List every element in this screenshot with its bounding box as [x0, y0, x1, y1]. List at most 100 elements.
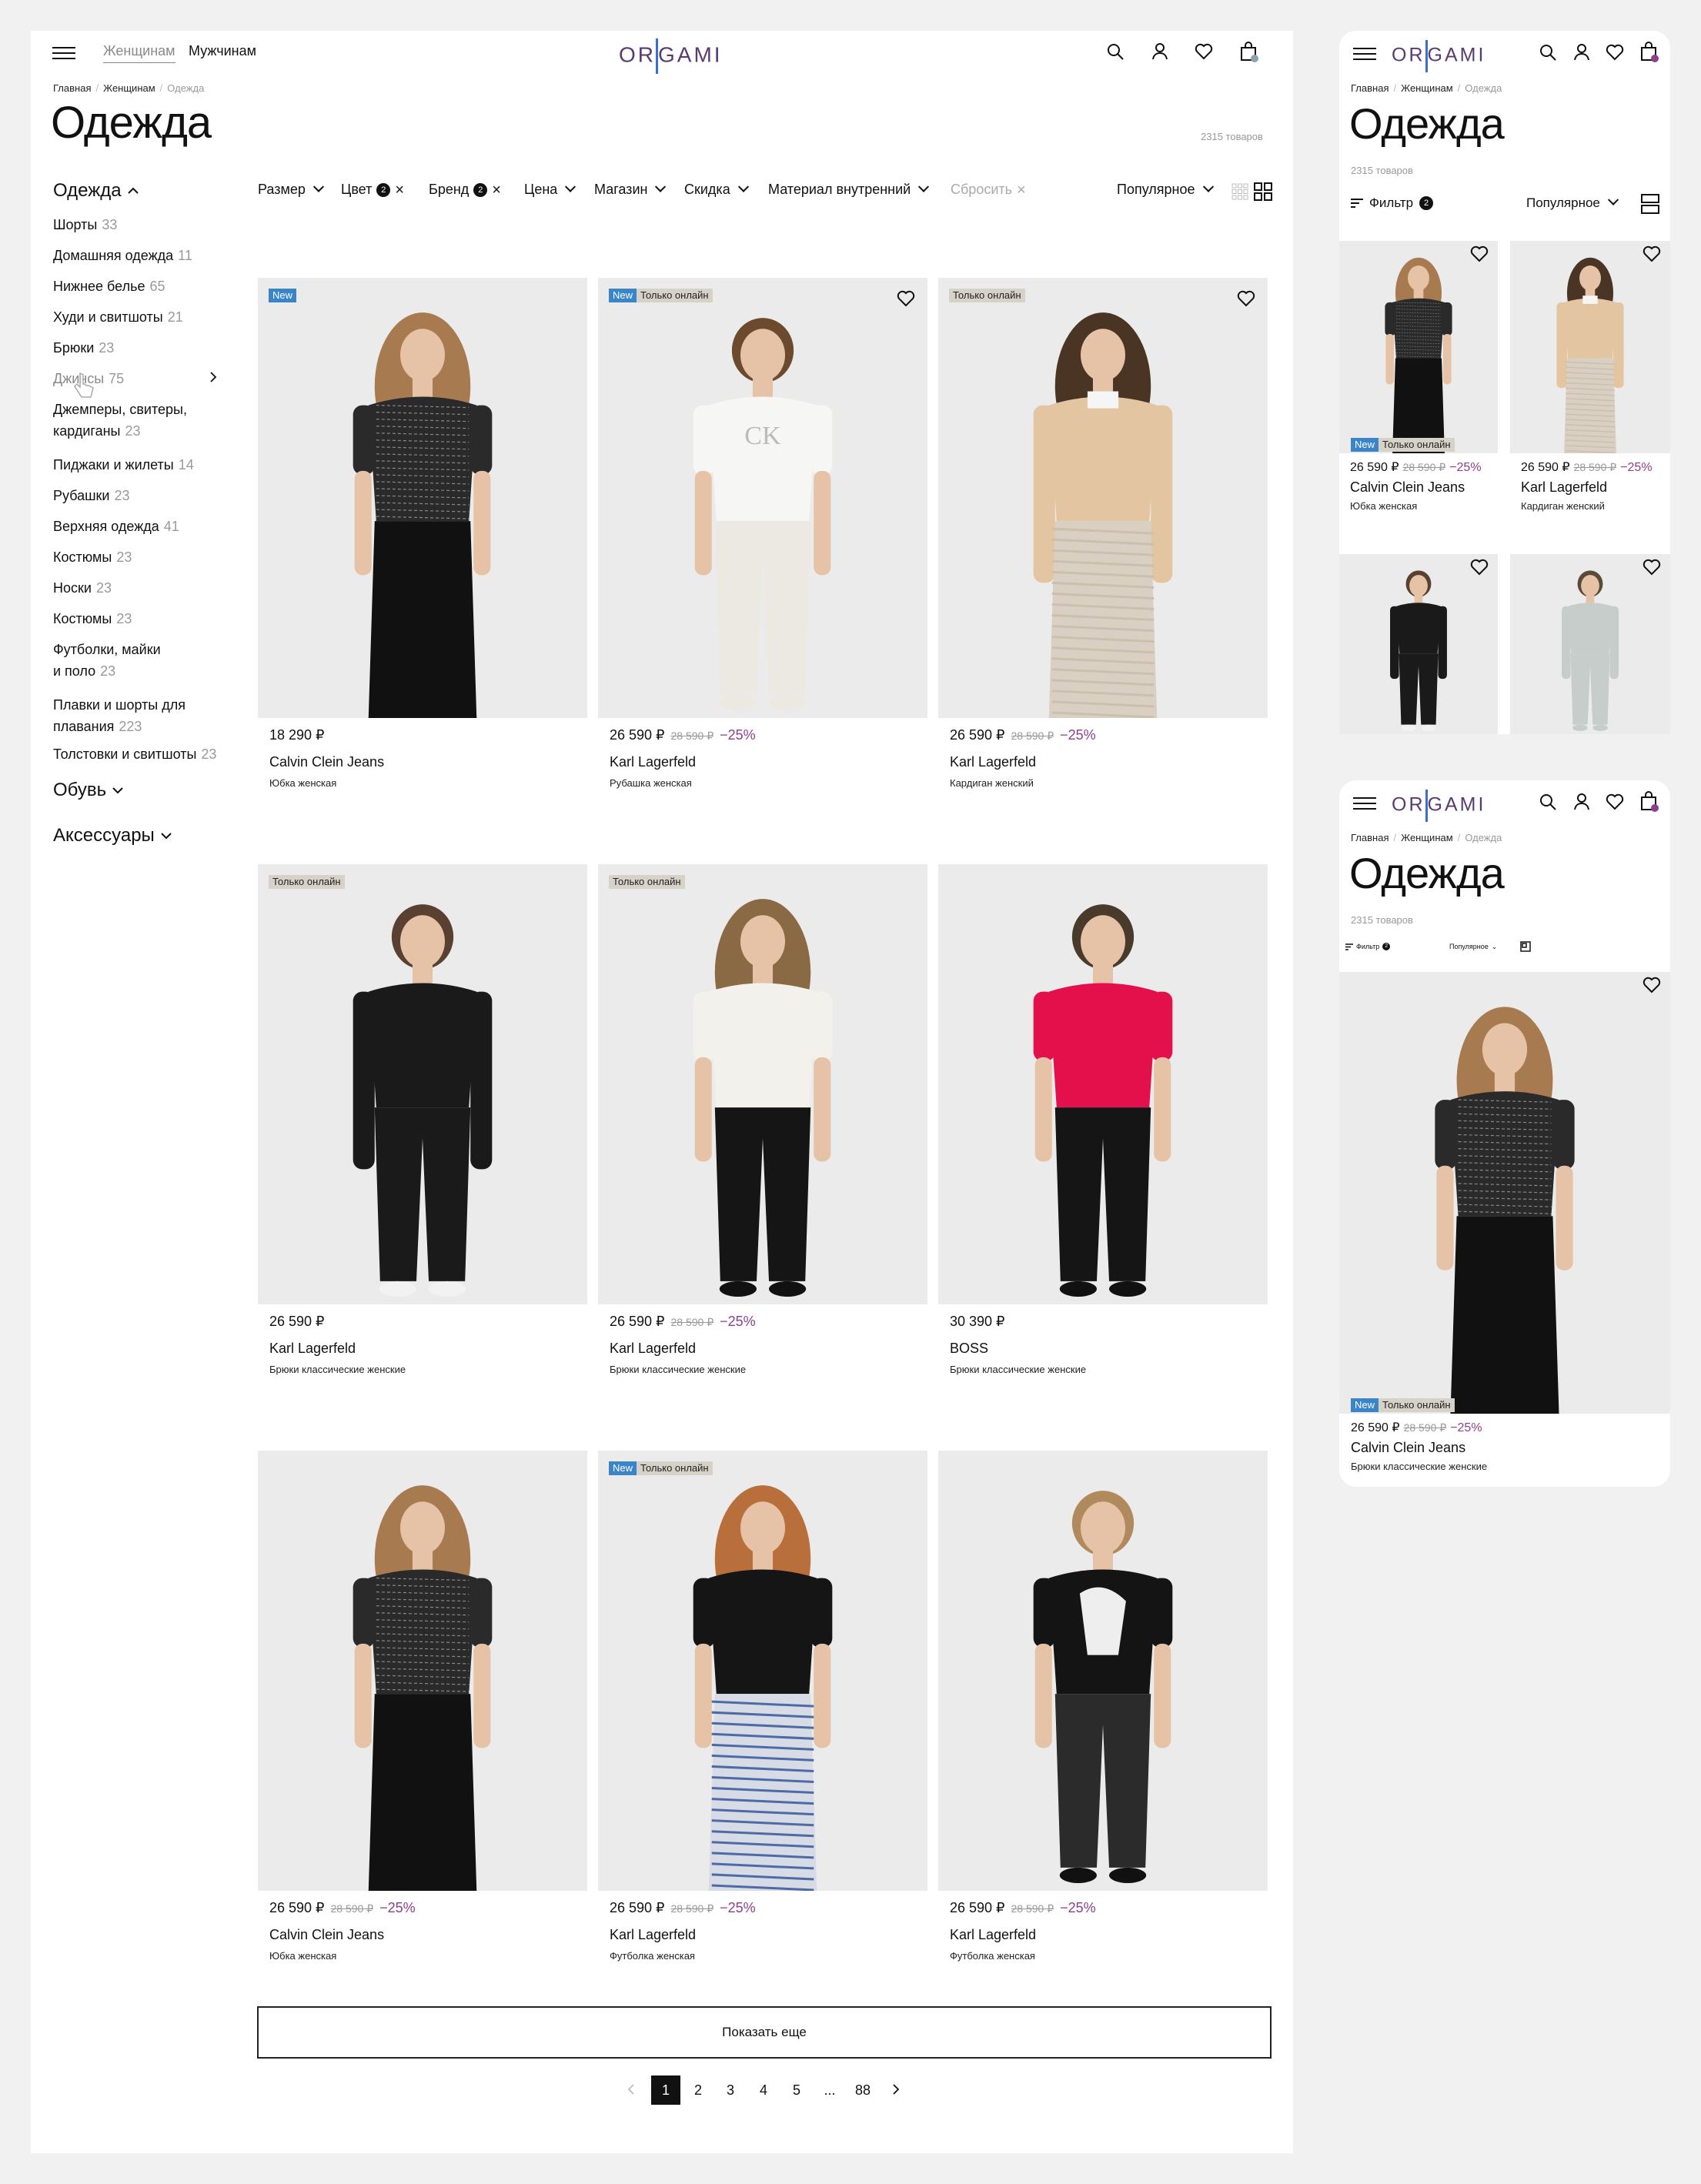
- product-image[interactable]: [1339, 241, 1498, 453]
- product-image[interactable]: [938, 278, 1268, 718]
- page-number[interactable]: 1: [651, 2075, 680, 2105]
- favorite-icon[interactable]: [1237, 290, 1255, 311]
- layout-toggle-icon[interactable]: [1520, 941, 1531, 956]
- product-card[interactable]: 30 390 ₽ BOSS Брюки классические женские: [938, 864, 1268, 1389]
- cart-icon[interactable]: [1639, 42, 1659, 67]
- product-image[interactable]: [1510, 241, 1670, 453]
- favorites-icon[interactable]: [1606, 44, 1624, 65]
- user-icon[interactable]: [1573, 43, 1590, 65]
- sidebar-section-accessories[interactable]: Аксессуары: [53, 825, 172, 847]
- product-card[interactable]: 26 590 ₽ 28 590 ₽ −25% Karl Lagerfeld Футбол…: [938, 1451, 1268, 1975]
- breadcrumb-home[interactable]: Главная: [53, 82, 91, 94]
- sidebar-category-item[interactable]: Брюки 23: [53, 337, 114, 359]
- grid-small-icon[interactable]: [1231, 183, 1248, 204]
- product-brand[interactable]: Karl Lagerfeld: [269, 1341, 356, 1357]
- product-card[interactable]: New 18 290 ₽ Calvin Clein Jeans Юбка женска…: [258, 278, 587, 803]
- product-brand[interactable]: Karl Lagerfeld: [610, 1927, 696, 1943]
- product-card[interactable]: [1510, 554, 1670, 734]
- menu-icon[interactable]: [52, 47, 75, 59]
- favorites-icon[interactable]: [1606, 793, 1624, 814]
- sidebar-category-item[interactable]: Худи и свитшоты 21: [53, 306, 183, 328]
- product-image[interactable]: [938, 1451, 1268, 1891]
- jeans-arrow-icon[interactable]: [209, 371, 217, 387]
- reset-filters-button[interactable]: Сбросить ×: [951, 182, 1026, 198]
- product-image[interactable]: [1339, 972, 1670, 1414]
- product-brand[interactable]: Calvin Clein Jeans: [269, 754, 384, 770]
- sidebar-category-item[interactable]: Шорты 33: [53, 214, 117, 235]
- product-image[interactable]: CK: [598, 278, 927, 718]
- sidebar-category-item[interactable]: Верхняя одежда 41: [53, 516, 179, 537]
- prev-page-icon[interactable]: [627, 2083, 635, 2099]
- sidebar-category-item[interactable]: Толстовки и свитшоты 23: [53, 743, 216, 765]
- favorite-icon[interactable]: [897, 290, 915, 311]
- sidebar-category-item[interactable]: Нижнее белье 65: [53, 276, 165, 297]
- search-icon[interactable]: [1539, 44, 1556, 65]
- page-number[interactable]: 3: [716, 2075, 745, 2105]
- sidebar-section-shoes[interactable]: Обувь: [53, 780, 123, 801]
- product-brand[interactable]: Calvin Clein Jeans: [1351, 1440, 1465, 1456]
- product-image[interactable]: [258, 864, 587, 1304]
- filter-price[interactable]: Цена: [524, 181, 576, 198]
- breadcrumb-women[interactable]: Женщинам: [103, 82, 155, 94]
- product-card[interactable]: 26 590 ₽28 590 ₽ −25% Karl Lagerfeld Кардиг…: [1510, 241, 1670, 538]
- sort-select[interactable]: Популярное ⌄: [1449, 943, 1497, 951]
- product-card[interactable]: Только онлайн 26 590 ₽ 28 590 ₽ −25% Karl La…: [598, 864, 927, 1389]
- sidebar-category-item[interactable]: Рубашки 23: [53, 485, 130, 506]
- filter-discount[interactable]: Скидка: [684, 181, 749, 198]
- breadcrumb-women[interactable]: Женщинам: [1401, 82, 1453, 94]
- product-card[interactable]: 26 590 ₽ 28 590 ₽ −25% Calvin Clein Jeans Юб…: [258, 1451, 587, 1975]
- product-brand[interactable]: Karl Lagerfeld: [950, 1927, 1036, 1943]
- search-icon[interactable]: [1539, 793, 1556, 814]
- filter-button[interactable]: Фильтр 2: [1345, 943, 1391, 950]
- page-number[interactable]: 2: [683, 2075, 713, 2105]
- sidebar-category-item[interactable]: Футболки, майки и поло 23: [53, 639, 161, 682]
- origami-logo[interactable]: OR GAMI: [1392, 40, 1485, 72]
- sidebar-category-item[interactable]: Костюмы 23: [53, 608, 132, 629]
- product-brand[interactable]: Karl Lagerfeld: [610, 1341, 696, 1357]
- menu-icon[interactable]: [1353, 48, 1376, 60]
- sort-select[interactable]: Популярное: [1526, 194, 1619, 211]
- product-image[interactable]: [258, 1451, 587, 1891]
- product-card[interactable]: [1339, 554, 1498, 734]
- favorites-icon[interactable]: [1195, 43, 1213, 60]
- product-card[interactable]: Только онлайн 26 590 ₽ 28 590 ₽ −25% Karl La…: [938, 278, 1268, 803]
- user-icon[interactable]: [1151, 42, 1168, 61]
- product-brand[interactable]: Calvin Clein Jeans: [269, 1927, 384, 1943]
- origami-logo[interactable]: OR GAMI: [619, 38, 723, 74]
- favorite-icon[interactable]: [1643, 245, 1661, 266]
- cart-icon[interactable]: [1239, 42, 1259, 63]
- product-card[interactable]: New Только онлайн 26 590 ₽28 590 ₽ −25% Calv…: [1339, 972, 1670, 1480]
- product-card[interactable]: CK New Только онлайн 26 590 ₽ 28 590 ₽ −25% Ka…: [598, 278, 927, 803]
- sidebar-category-item[interactable]: Костюмы 23: [53, 546, 132, 568]
- product-image[interactable]: [598, 864, 927, 1304]
- user-icon[interactable]: [1573, 793, 1590, 815]
- favorite-icon[interactable]: [1643, 559, 1661, 579]
- page-number[interactable]: 88: [848, 2075, 877, 2105]
- product-image[interactable]: [938, 864, 1268, 1304]
- filter-button[interactable]: Фильтр 2: [1351, 195, 1434, 211]
- cart-icon[interactable]: [1639, 791, 1659, 816]
- layout-toggle-icon[interactable]: [1641, 194, 1659, 218]
- search-icon[interactable]: [1107, 43, 1124, 60]
- grid-large-icon[interactable]: [1254, 182, 1272, 205]
- page-number[interactable]: 5: [782, 2075, 811, 2105]
- product-brand[interactable]: Karl Lagerfeld: [950, 754, 1036, 770]
- filter-store[interactable]: Магазин: [594, 181, 667, 198]
- next-page-icon[interactable]: [892, 2083, 900, 2099]
- favorite-icon[interactable]: [1470, 245, 1489, 266]
- product-card[interactable]: New Только онлайн 26 590 ₽28 590 ₽ −25% Calv…: [1339, 241, 1498, 538]
- sidebar-category-item[interactable]: Пиджаки и жилеты 14: [53, 454, 194, 476]
- menu-icon[interactable]: [1353, 797, 1376, 810]
- product-image[interactable]: [258, 278, 587, 718]
- page-number[interactable]: 4: [749, 2075, 778, 2105]
- favorite-icon[interactable]: [1643, 977, 1661, 997]
- sidebar-category-item[interactable]: Носки 23: [53, 577, 112, 599]
- filter-color[interactable]: Цвет 2 ×: [341, 182, 404, 198]
- filter-material[interactable]: Материал внутренний: [768, 181, 930, 198]
- product-brand[interactable]: Karl Lagerfeld: [1521, 479, 1607, 496]
- product-image[interactable]: [1339, 554, 1498, 734]
- sidebar-category-item[interactable]: Домашняя одежда 11: [53, 245, 192, 266]
- product-image[interactable]: [598, 1451, 927, 1891]
- clear-color-icon[interactable]: ×: [395, 182, 404, 198]
- filter-size[interactable]: Размер: [258, 181, 324, 198]
